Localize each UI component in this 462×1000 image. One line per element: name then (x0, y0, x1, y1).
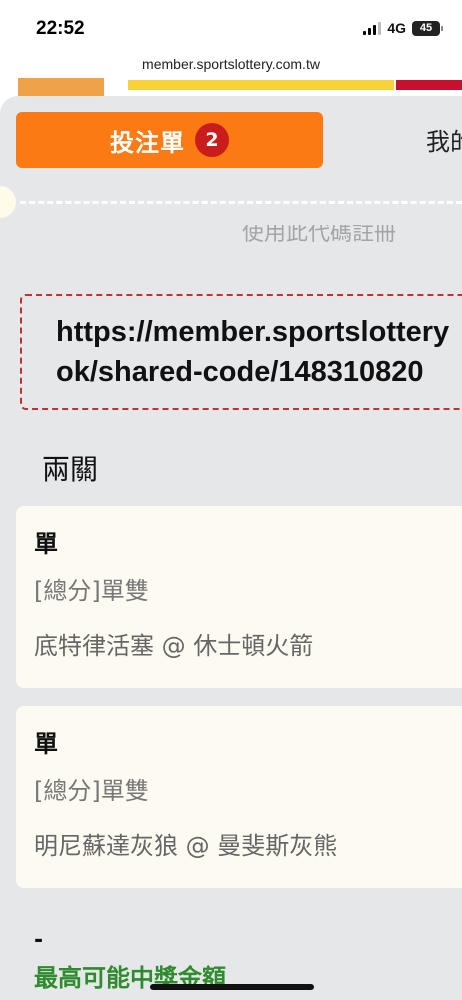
ticket-notch (0, 186, 16, 218)
parlay-type-title: 兩關 (42, 453, 99, 486)
background-banner-red (396, 80, 462, 90)
share-link-box[interactable]: https://member.sportslottery ok/shared-c… (20, 294, 462, 410)
betslip-sheet: 投注單 2 我的 使用此代碼註冊 https://member.sportslo… (0, 96, 462, 1000)
browser-url-bar[interactable]: member.sportslottery.com.tw (0, 50, 462, 78)
status-indicators: 4G 45 (363, 20, 443, 36)
tab-my-bets[interactable]: 我的 (426, 122, 462, 157)
status-bar: 22:52 4G 45 (0, 0, 462, 50)
bet-pick: 單 (34, 730, 58, 758)
share-link-line-2: ok/shared-code/148310820 (56, 356, 424, 388)
faded-instruction-text: 使用此代碼註冊 (242, 221, 397, 246)
betslip-count-badge: 2 (195, 123, 229, 157)
bet-pick: 單 (34, 530, 58, 558)
ticket-divider (20, 201, 462, 204)
bet-card[interactable]: 單 [總分]單雙 底特律活塞 @ 休士頓火箭 (16, 506, 462, 688)
share-link-line-1: https://member.sportslottery (56, 316, 450, 348)
bet-match: 明尼蘇達灰狼 @ 曼斐斯灰熊 (34, 832, 338, 860)
url-text: member.sportslottery.com.tw (142, 56, 320, 72)
bet-card[interactable]: 單 [總分]單雙 明尼蘇達灰狼 @ 曼斐斯灰熊 (16, 706, 462, 888)
home-indicator[interactable] (150, 984, 314, 990)
tab-betslip[interactable]: 投注單 2 (16, 112, 323, 168)
signal-icon (363, 21, 382, 35)
status-time: 22:52 (36, 18, 85, 39)
tab-betslip-label: 投注單 (110, 128, 185, 157)
background-banner-yellow (128, 80, 394, 90)
battery-level: 45 (419, 22, 433, 34)
battery-icon: 45 (412, 20, 443, 36)
bet-match: 底特律活塞 @ 休士頓火箭 (34, 632, 314, 660)
bet-market: [總分]單雙 (34, 777, 149, 805)
stake-placeholder: - (34, 928, 44, 953)
bet-market: [總分]單雙 (34, 577, 149, 605)
network-label: 4G (387, 20, 406, 36)
